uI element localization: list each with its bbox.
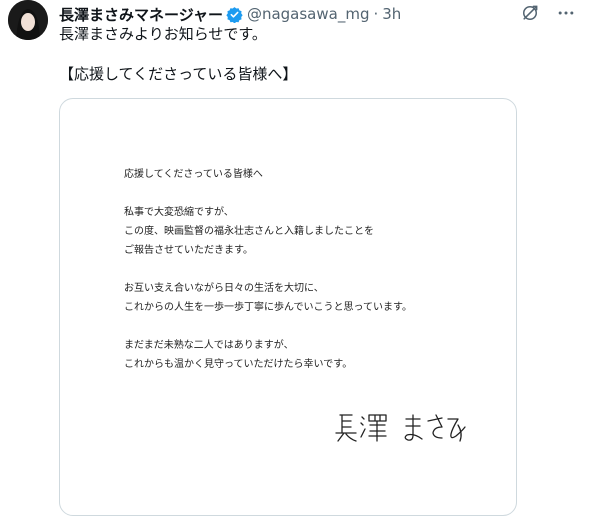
- letter-line: この度、映画監督の福永壮志さんと入籍しましたことを: [124, 226, 374, 237]
- letter-text: 応援してくださっている皆様へ 私事で大変恐縮ですが、 この度、映画監督の福永壮志…: [124, 165, 412, 374]
- verified-badge-icon: [226, 6, 243, 23]
- letter-greeting: 応援してくださっている皆様へ: [124, 169, 263, 180]
- letter-line: 私事で大変恐縮ですが、: [124, 207, 234, 218]
- grok-icon[interactable]: [519, 2, 541, 24]
- tweet-actions-top: [519, 2, 577, 24]
- handwritten-signature: [335, 414, 466, 442]
- timestamp[interactable]: 3h: [382, 5, 401, 23]
- more-icon[interactable]: [555, 2, 577, 24]
- letter-spacer: [124, 317, 412, 336]
- letter-line: お互い支え合いながら日々の生活を大切に、: [124, 283, 324, 294]
- tweet-text-line: 長澤まさみよりお知らせです。: [59, 25, 267, 43]
- tweet-image[interactable]: 応援してくださっている皆様へ 私事で大変恐縮ですが、 この度、映画監督の福永壮志…: [59, 98, 517, 516]
- letter-line: ご報告させていただきます。: [124, 245, 253, 256]
- letter-spacer: [124, 260, 412, 279]
- handle[interactable]: @nagasawa_mg: [247, 5, 370, 23]
- tweet[interactable]: 長澤まさみマネージャー @nagasawa_mg · 3h 長澤まさみよりお知ら…: [0, 0, 589, 523]
- tweet-text-line: 【応援してくださっている皆様へ】: [59, 65, 298, 83]
- tweet-text: 長澤まさみよりお知らせです。 【応援してくださっている皆様へ】: [59, 24, 569, 84]
- separator-dot: ·: [373, 5, 379, 23]
- letter-line: まだまだ未熟な二人ではありますが、: [124, 340, 294, 351]
- avatar[interactable]: [8, 0, 48, 40]
- tweet-header: 長澤まさみマネージャー @nagasawa_mg · 3h: [59, 4, 519, 24]
- tweet-text-line: [59, 44, 569, 64]
- letter-line: これからも温かく見守っていただけたら幸いです。: [124, 359, 353, 370]
- letter-spacer: [124, 184, 412, 203]
- letter-line: これからの人生を一歩一歩丁寧に歩んでいこうと思っています。: [124, 302, 412, 313]
- display-name[interactable]: 長澤まさみマネージャー: [59, 4, 223, 25]
